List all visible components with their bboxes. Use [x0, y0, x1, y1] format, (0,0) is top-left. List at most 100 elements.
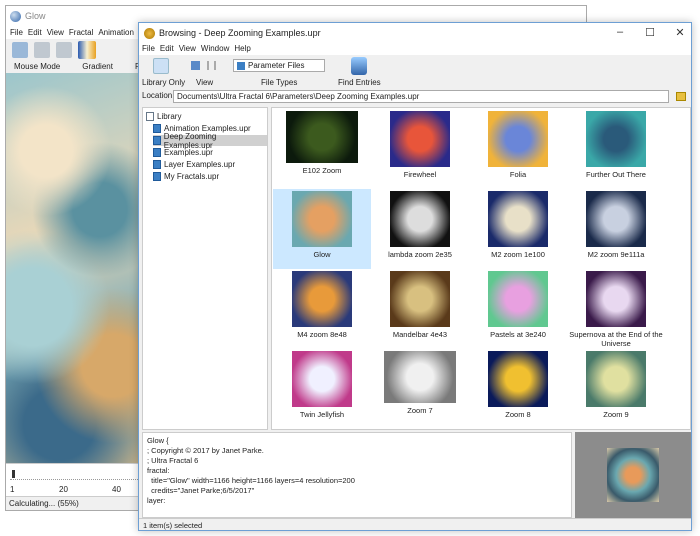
location-label: Location:: [142, 91, 175, 100]
slider-thumb[interactable]: [12, 470, 15, 478]
tree-label: Examples.upr: [164, 148, 213, 157]
tree-item[interactable]: Examples.upr: [153, 147, 213, 158]
tree-label: Library: [157, 112, 182, 121]
window-icon[interactable]: [56, 42, 72, 58]
tick-label: 1: [10, 485, 15, 494]
entry-item[interactable]: M2 zoom 9e111a: [567, 189, 665, 269]
library-only-icon[interactable]: [153, 58, 169, 74]
entry-label: Zoom 7: [407, 406, 433, 415]
menu-item[interactable]: View: [47, 28, 64, 37]
entry-item[interactable]: M4 zoom 8e48: [273, 269, 371, 349]
entry-label: Further Out There: [586, 170, 646, 179]
file-icon: [153, 136, 161, 145]
thumbnail-image: [390, 191, 450, 247]
window-title: Glow: [25, 11, 46, 21]
app-logo-icon: [10, 10, 21, 22]
entry-item[interactable]: E102 Zoom: [273, 109, 371, 189]
thumbnail-image: [286, 111, 358, 163]
folder-up-icon[interactable]: [676, 92, 686, 101]
entry-label: lambda zoom 2e35: [388, 250, 452, 259]
status-bar: 1 item(s) selected: [139, 518, 691, 531]
tree-item[interactable]: Deep Zooming Examples.upr: [153, 132, 267, 150]
entry-item[interactable]: Firewheel: [371, 109, 469, 189]
entry-item[interactable]: M2 zoom 1e100: [469, 189, 567, 269]
thumbnail-image: [488, 351, 548, 407]
browsing-window: Browsing - Deep Zooming Examples.upr – ☐…: [138, 22, 692, 531]
location-input[interactable]: Documents\Ultra Fractal 6\Parameters\Dee…: [173, 90, 669, 103]
find-entries-button[interactable]: Find Entries: [338, 78, 381, 87]
slider-track: [10, 479, 138, 480]
status-bar: Calculating... (55%): [6, 496, 140, 510]
entry-item[interactable]: Further Out There: [567, 109, 665, 189]
view-button[interactable]: View: [196, 78, 213, 87]
entry-label: Twin Jellyfish: [299, 410, 345, 419]
window-title: Browsing - Deep Zooming Examples.upr: [159, 28, 321, 38]
entries-grid: E102 Zoom Firewheel Folia Further Out There…: [271, 107, 691, 430]
entry-item[interactable]: Twin Jellyfish: [273, 349, 371, 429]
entry-item[interactable]: Mandelbar 4e43: [371, 269, 469, 349]
maximize-button[interactable]: ☐: [635, 26, 665, 39]
library-only-button[interactable]: Library Only: [142, 78, 185, 87]
fractal-canvas[interactable]: [6, 73, 140, 463]
entry-item[interactable]: Folia: [469, 109, 567, 189]
entry-item[interactable]: Pastels at 3e240: [469, 269, 567, 349]
entry-item[interactable]: Zoom 9: [567, 349, 665, 429]
library-icon: [146, 112, 154, 121]
view-thumbnails-icon[interactable]: [191, 61, 200, 70]
tree-label: My Fractals.upr: [164, 172, 220, 181]
thumbnail-image: [586, 351, 646, 407]
file-icon: [153, 124, 161, 133]
close-button[interactable]: ✕: [665, 26, 695, 39]
minimize-button[interactable]: –: [605, 26, 635, 38]
tree-label: Layer Examples.upr: [164, 160, 236, 169]
browser-icon: [144, 27, 155, 39]
menu-item[interactable]: File: [10, 28, 23, 37]
tree-root[interactable]: Library: [146, 111, 181, 122]
view-details-icon[interactable]: [207, 61, 216, 70]
find-entries-icon[interactable]: [351, 57, 367, 75]
mouse-mode-button[interactable]: Mouse Mode: [14, 62, 60, 71]
thumbnail-image: [586, 111, 646, 167]
parameter-text[interactable]: Glow { ; Copyright © 2017 by Janet Parke…: [142, 432, 572, 518]
gradient-button[interactable]: Gradient: [82, 62, 113, 71]
entry-item[interactable]: Zoom 8: [469, 349, 567, 429]
entry-item[interactable]: Supernova at the End of the Universe: [567, 269, 665, 349]
toolbar: Parameter Files Library Only View File T…: [139, 56, 691, 90]
tree-item[interactable]: My Fractals.upr: [153, 171, 219, 182]
thumbnail-image: [586, 271, 646, 327]
thumbnail-image: [390, 111, 450, 167]
entry-item[interactable]: Glow: [273, 189, 371, 269]
menu-item[interactable]: Fractal: [69, 28, 93, 37]
menu-item[interactable]: Window: [201, 44, 229, 54]
thumbnail-image: [384, 351, 456, 403]
thumbnail-image: [292, 191, 352, 247]
mouse-mode-icon[interactable]: [12, 42, 28, 58]
thumbnail-image: [488, 191, 548, 247]
thumbnail-image: [292, 271, 352, 327]
thumbnail-image: [292, 351, 352, 407]
menu-item[interactable]: Animation: [98, 28, 134, 37]
frame-slider[interactable]: 1 20 40: [6, 463, 140, 496]
entry-label: E102 Zoom: [302, 166, 342, 175]
menu-item[interactable]: View: [179, 44, 196, 54]
library-tree: Library Animation Examples.upr Deep Zoomin…: [142, 107, 268, 430]
entry-item[interactable]: lambda zoom 2e35: [371, 189, 469, 269]
tree-item[interactable]: Layer Examples.upr: [153, 159, 235, 170]
gradient-icon[interactable]: [78, 41, 96, 59]
menu-item[interactable]: Edit: [160, 44, 174, 54]
rotate-icon[interactable]: [34, 42, 50, 58]
title-bar: Browsing - Deep Zooming Examples.upr – ☐…: [139, 23, 691, 43]
menu-item[interactable]: File: [142, 44, 155, 54]
file-types-select[interactable]: Parameter Files: [233, 59, 325, 72]
menu-item[interactable]: Help: [234, 44, 250, 54]
file-types-label: File Types: [261, 78, 298, 87]
entry-label: Supernova at the End of the Universe: [569, 330, 663, 348]
tick-label: 20: [59, 485, 68, 494]
menu-item[interactable]: Edit: [28, 28, 42, 37]
file-icon: [153, 148, 161, 157]
entry-label: M4 zoom 8e48: [297, 330, 347, 339]
entry-label: Glow: [313, 250, 331, 259]
preview-pane: [575, 432, 691, 518]
entry-item[interactable]: Zoom 7: [371, 349, 469, 429]
thumbnail-image: [488, 271, 548, 327]
